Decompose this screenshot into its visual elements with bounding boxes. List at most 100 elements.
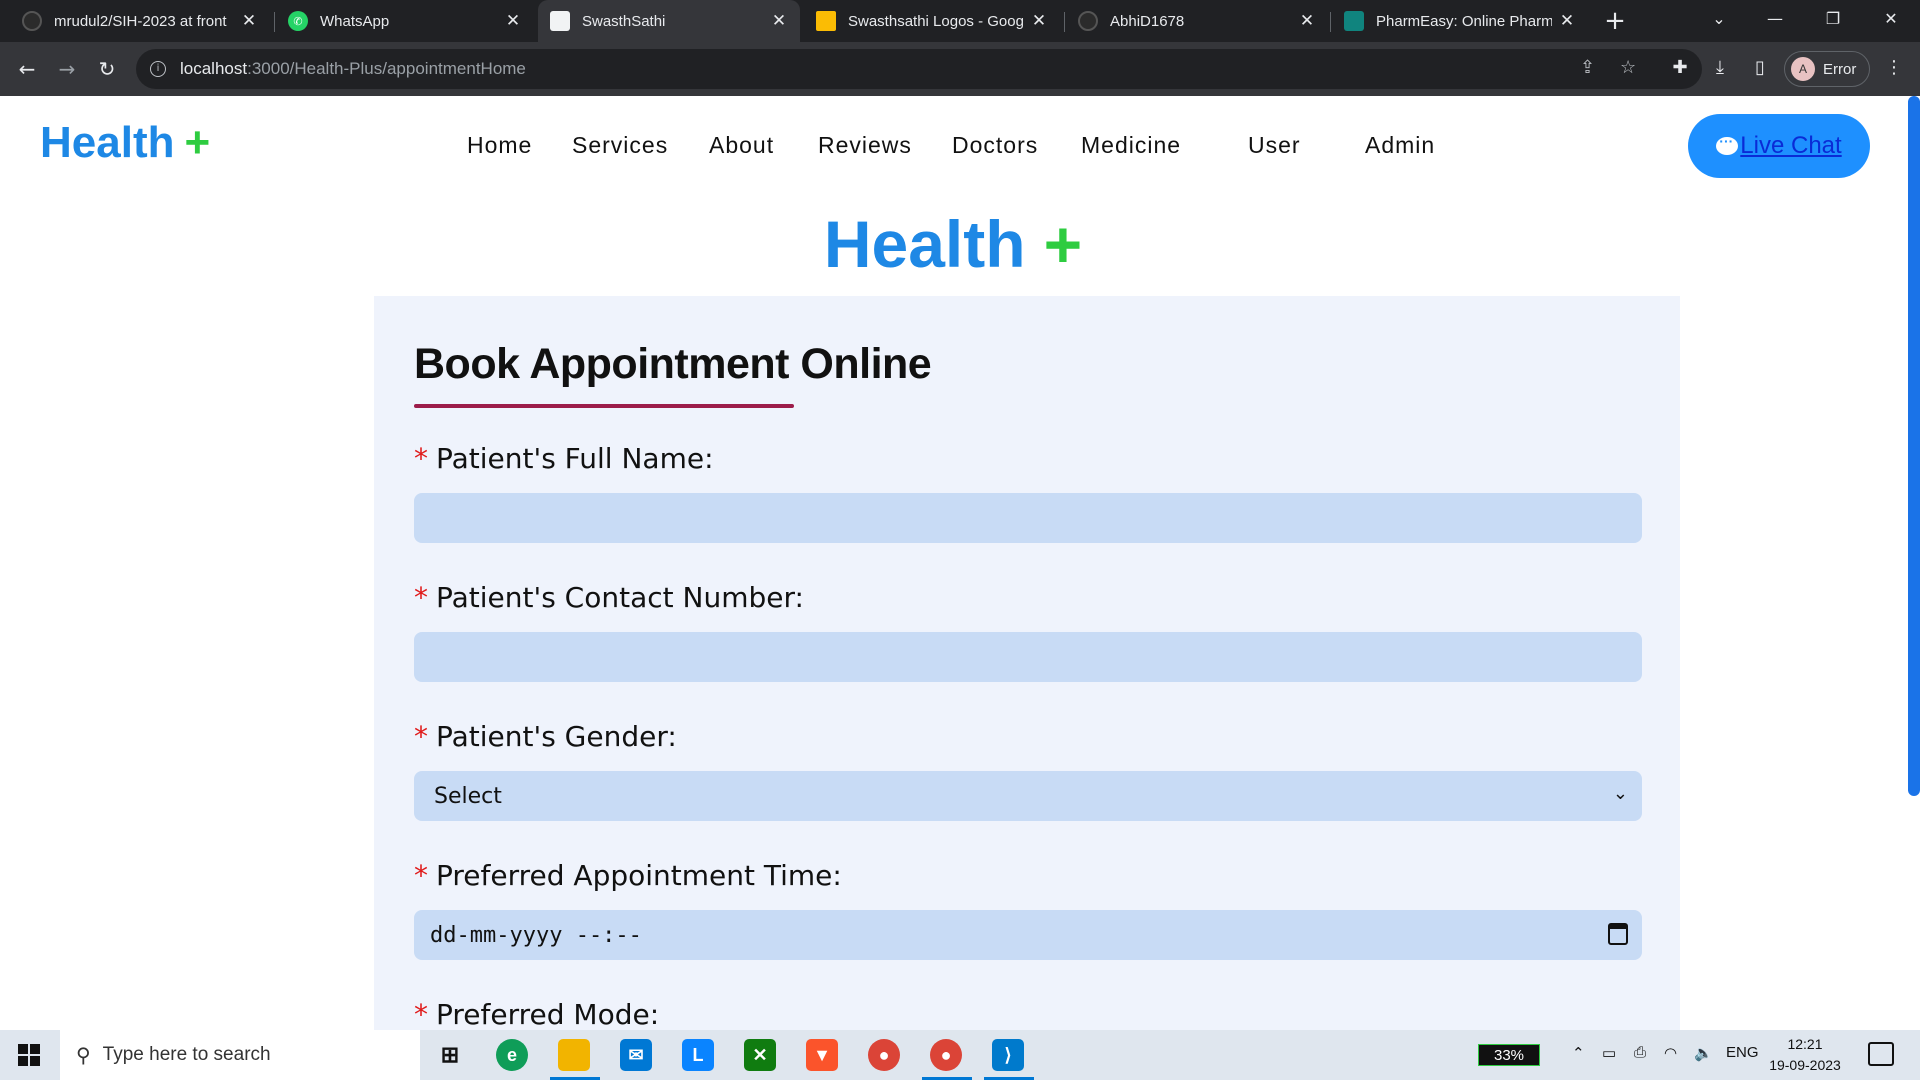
restore-button[interactable]: ❐ — [1808, 0, 1858, 42]
form-title: Book Appointment Online — [414, 340, 932, 388]
extensions-icon[interactable]: ✚ — [1668, 57, 1692, 78]
battery-icon[interactable]: ▭ — [1602, 1044, 1616, 1062]
appointment-form: Book Appointment Online * Patient's Full … — [374, 296, 1680, 1030]
contact-number-label-text: Patient's Contact Number: — [436, 581, 804, 614]
title-underline — [414, 404, 794, 408]
tab-google-drive[interactable]: Swasthsathi Logos - Googl ✕ — [804, 0, 1060, 42]
nav-services[interactable]: Services — [572, 132, 668, 159]
preferred-mode-label-text: Preferred Mode: — [436, 998, 660, 1030]
required-mark: * — [414, 442, 428, 475]
close-icon[interactable]: ✕ — [1298, 11, 1316, 31]
nav-user[interactable]: User — [1248, 132, 1301, 159]
nav-medicine[interactable]: Medicine — [1081, 132, 1181, 159]
launcher-l-icon[interactable]: L — [682, 1039, 714, 1071]
system-clock[interactable]: 12:21 19-09-2023 — [1762, 1034, 1848, 1076]
clock-date: 19-09-2023 — [1769, 1057, 1841, 1073]
profile-button[interactable]: A Error — [1784, 51, 1870, 87]
minimize-button[interactable]: — — [1750, 0, 1800, 42]
nav-about[interactable]: About — [709, 132, 774, 159]
taskbar-search-box[interactable]: ⚲ Type here to search — [60, 1030, 420, 1080]
tab-title: PharmEasy: Online Pharma — [1376, 12, 1552, 30]
gender-label-text: Patient's Gender: — [436, 720, 677, 753]
github-icon — [22, 11, 42, 31]
forward-button[interactable]: → — [52, 54, 82, 84]
page-icon — [550, 11, 570, 31]
profile-status: Error — [1823, 60, 1857, 78]
contact-number-input[interactable] — [414, 632, 1642, 682]
live-chat-button[interactable]: Live Chat — [1688, 114, 1870, 178]
side-panel-icon[interactable]: ▯ — [1748, 57, 1772, 78]
search-icon: ⚲ — [76, 1044, 91, 1067]
site-info-icon[interactable]: i — [150, 61, 166, 77]
tab-github-abhi[interactable]: AbhiD1678 ✕ — [1066, 0, 1328, 42]
download-icon[interactable]: ⤓ — [1708, 57, 1732, 78]
nav-doctors[interactable]: Doctors — [952, 132, 1038, 159]
appointment-time-value: dd-mm-yyyy --:-- — [430, 922, 642, 948]
bookmark-star-icon[interactable]: ☆ — [1620, 57, 1636, 78]
new-tab-button[interactable]: + — [1600, 6, 1630, 36]
reload-button[interactable]: ↻ — [92, 54, 122, 84]
chrome-profile-icon[interactable]: ● — [930, 1039, 962, 1071]
gender-select[interactable]: Select ⌄ — [414, 771, 1642, 821]
close-window-button[interactable]: ✕ — [1866, 0, 1916, 42]
close-icon[interactable]: ✕ — [504, 11, 522, 31]
chevron-up-icon[interactable]: ⌃ — [1572, 1044, 1585, 1062]
wifi-icon[interactable]: ◠ — [1664, 1044, 1677, 1062]
tab-title: mrudul2/SIH-2023 at front — [54, 12, 227, 30]
page-scrollbar[interactable] — [1908, 96, 1920, 796]
file-explorer-icon[interactable] — [558, 1039, 590, 1071]
mail-icon[interactable]: ✉ — [620, 1039, 652, 1071]
nav-admin[interactable]: Admin — [1365, 132, 1435, 159]
close-icon[interactable]: ✕ — [1558, 11, 1576, 31]
volume-icon[interactable]: 🔈 — [1694, 1044, 1713, 1062]
site-logo[interactable]: Health + — [40, 118, 210, 168]
tab-search-icon[interactable]: ⌄ — [1694, 0, 1744, 42]
menu-icon[interactable]: ⋮ — [1882, 57, 1906, 78]
edge-icon[interactable]: e — [496, 1039, 528, 1071]
tab-title: Swasthsathi Logos - Googl — [848, 12, 1024, 30]
appointment-time-input[interactable]: dd-mm-yyyy --:-- — [414, 910, 1642, 960]
gender-select-value: Select — [434, 783, 502, 809]
chrome-icon[interactable]: ● — [868, 1039, 900, 1071]
close-icon[interactable]: ✕ — [1030, 11, 1048, 31]
url-text: localhost:3000/Health-Plus/appointmentHo… — [180, 59, 526, 79]
tab-title: WhatsApp — [320, 12, 390, 30]
contact-number-label: * Patient's Contact Number: — [414, 581, 804, 614]
share-icon[interactable]: ⇪ — [1580, 57, 1595, 78]
nav-home[interactable]: Home — [467, 132, 532, 159]
calendar-icon[interactable] — [1608, 923, 1628, 945]
appointment-time-label-text: Preferred Appointment Time: — [436, 859, 842, 892]
notification-icon[interactable] — [1868, 1042, 1894, 1066]
pharmeasy-icon — [1344, 11, 1364, 31]
windows-start-icon[interactable] — [18, 1044, 40, 1066]
meet-icon[interactable]: ⎙ — [1634, 1044, 1646, 1061]
whatsapp-icon: ✆ — [288, 11, 308, 31]
nav-reviews[interactable]: Reviews — [818, 132, 912, 159]
address-bar[interactable]: i localhost:3000/Health-Plus/appointment… — [136, 49, 1702, 89]
required-mark: * — [414, 859, 428, 892]
brave-icon[interactable]: ▼ — [806, 1039, 838, 1071]
tab-swasthsathi[interactable]: SwasthSathi ✕ — [538, 0, 800, 42]
tab-pharmeasy[interactable]: PharmEasy: Online Pharma ✕ — [1332, 0, 1588, 42]
required-mark: * — [414, 720, 428, 753]
gender-label: * Patient's Gender: — [414, 720, 677, 753]
clock-time: 12:21 — [1787, 1036, 1823, 1052]
tab-github-sih[interactable]: mrudul2/SIH-2023 at front ✕ — [10, 0, 270, 42]
vscode-icon[interactable]: ⟩ — [992, 1039, 1024, 1071]
hero-logo: Health + — [0, 206, 1906, 282]
tab-title: AbhiD1678 — [1110, 12, 1185, 30]
tab-whatsapp[interactable]: ✆ WhatsApp ✕ — [276, 0, 534, 42]
close-icon[interactable]: ✕ — [240, 11, 258, 31]
xbox-icon[interactable]: ✕ — [744, 1039, 776, 1071]
full-name-input[interactable] — [414, 493, 1642, 543]
google-drive-icon — [816, 11, 836, 31]
language-indicator[interactable]: ENG — [1726, 1044, 1759, 1061]
task-view-icon[interactable]: ⊞ — [434, 1039, 466, 1071]
battery-indicator[interactable]: 33% — [1478, 1044, 1540, 1066]
tab-divider — [274, 12, 275, 32]
browser-toolbar: ← → ↻ i localhost:3000/Health-Plus/appoi… — [0, 42, 1920, 96]
chevron-down-icon: ⌄ — [1612, 783, 1628, 804]
close-icon[interactable]: ✕ — [770, 11, 788, 31]
tab-divider — [1064, 12, 1065, 32]
back-button[interactable]: ← — [12, 54, 42, 84]
